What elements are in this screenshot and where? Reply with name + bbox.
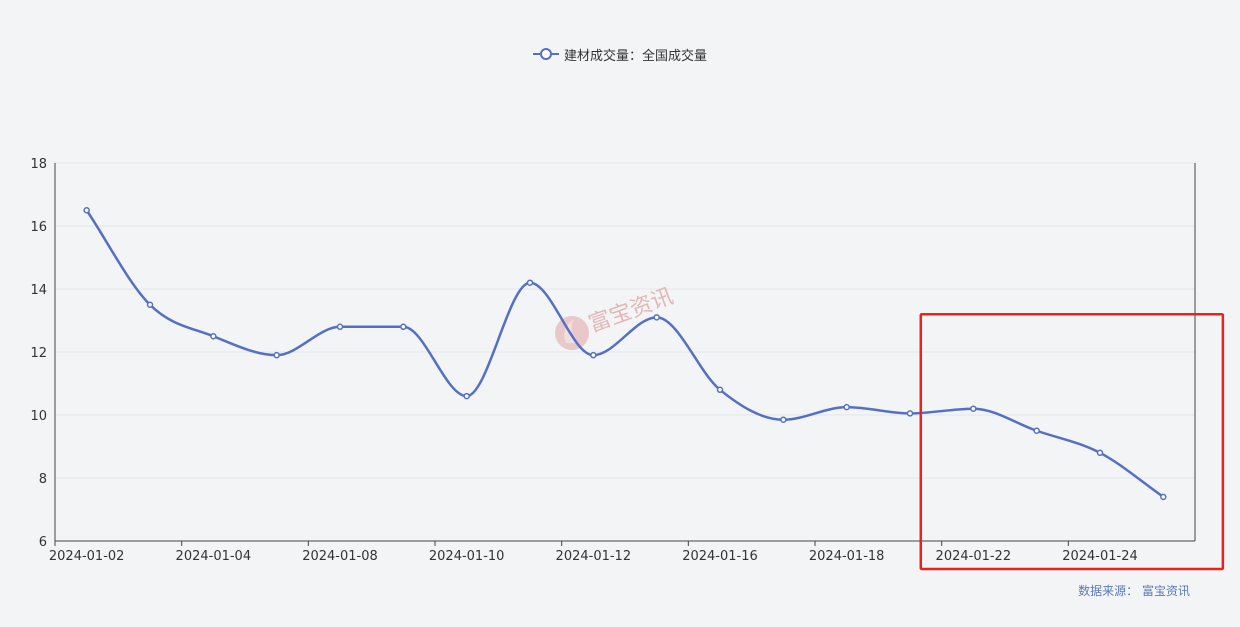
- y-tick-label: 10: [30, 409, 47, 424]
- data-point: [273, 351, 280, 359]
- data-point: [146, 301, 154, 308]
- data-point: [906, 410, 914, 417]
- x-tick-label: 2024-01-12: [556, 549, 632, 564]
- data-source-note: 数据来源： 富宝资讯: [1078, 584, 1190, 598]
- data-point: [463, 392, 470, 400]
- data-point: [970, 405, 977, 412]
- data-point: [653, 314, 660, 321]
- series-line: [85, 209, 1165, 498]
- x-tick-label: 2024-01-24: [1062, 549, 1138, 564]
- data-point: [780, 416, 787, 423]
- data-point: [843, 403, 850, 411]
- data-point: [210, 333, 217, 340]
- data-point: [590, 351, 597, 359]
- y-tick-label: 14: [30, 283, 47, 298]
- data-point: [716, 386, 724, 394]
- data-point: [526, 279, 534, 286]
- y-tick-label: 16: [30, 220, 47, 235]
- y-tick-label: 6: [39, 535, 47, 550]
- x-tick-label: 2024-01-18: [809, 549, 885, 564]
- x-tick-label: 2024-01-08: [302, 549, 378, 564]
- x-tick-label: 2024-01-22: [936, 549, 1012, 564]
- data-point: [400, 323, 407, 331]
- axes: 6 8 10 12 14 16 18 2024-01-02 2024-01-04 2024-01-…: [30, 157, 1196, 564]
- x-tick-label: 2024-01-16: [682, 549, 758, 564]
- line-chart: 富宝资讯 6810121416182024-01-02 2024-01-04 202…: [30, 157, 1225, 571]
- y-tick-label: 8: [39, 472, 47, 487]
- data-point: [1096, 449, 1104, 457]
- x-tick-label: 2024-01-02: [49, 549, 125, 564]
- x-tick-label: 2024-01-04: [176, 549, 252, 564]
- series-line-path: [85, 209, 1165, 498]
- data-point: [1160, 493, 1167, 501]
- data-points: [83, 207, 1167, 501]
- data-point: [336, 323, 344, 331]
- y-tick-label: 18: [30, 157, 47, 172]
- data-point: [1033, 427, 1040, 434]
- y-tick-label: 12: [30, 346, 47, 361]
- data-point: [83, 207, 90, 214]
- x-tick-label: 2024-01-10: [429, 549, 505, 564]
- chart-container: 建材成交量：全国成交量 富宝资讯 6 8 10 12 14 16 18 2024-01-02 2…: [0, 0, 1240, 627]
